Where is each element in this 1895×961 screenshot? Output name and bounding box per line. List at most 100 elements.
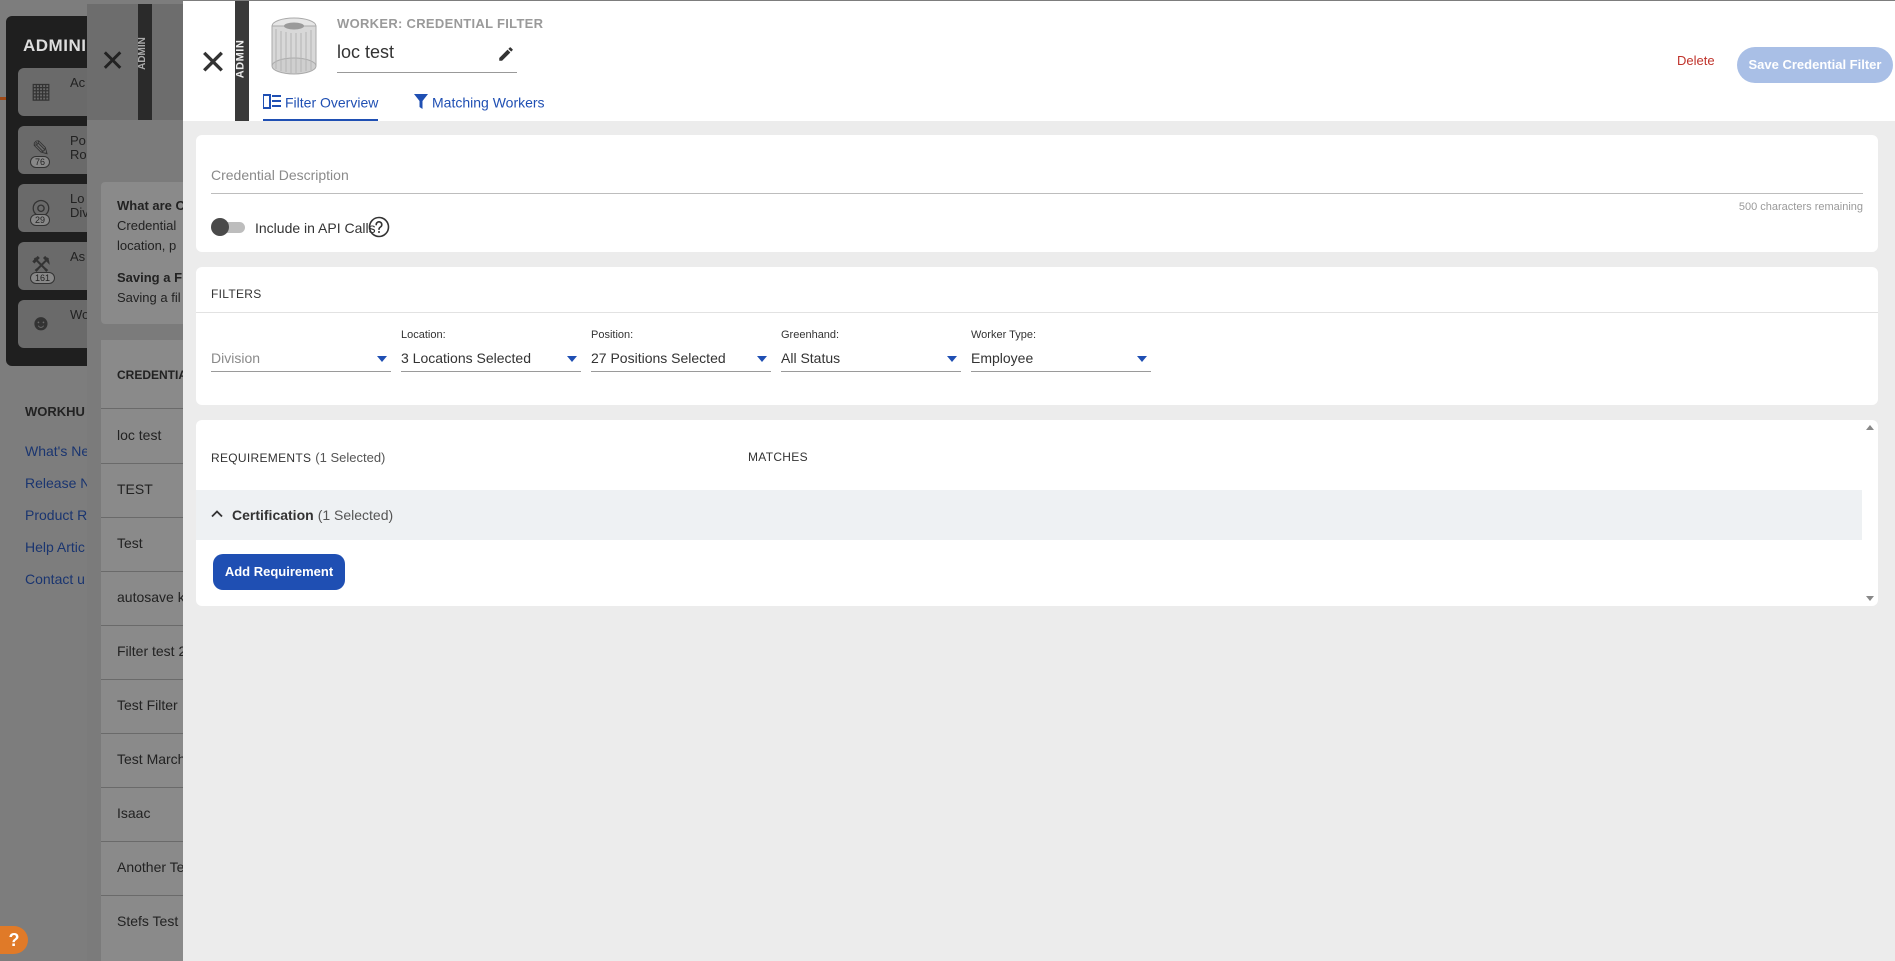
info-text: Saving a fil (117, 290, 181, 305)
requirements-title: REQUIREMENTS (211, 451, 312, 465)
dropdown-caret-icon (947, 356, 957, 362)
select-value: 3 Locations Selected (401, 350, 531, 366)
divider (196, 312, 1878, 313)
position-select[interactable]: Position: 27 Positions Selected (591, 329, 771, 373)
admin-item-label: As (70, 249, 86, 264)
toggle-knob (211, 218, 229, 236)
info-text: Credential (117, 218, 177, 233)
dropdown-caret-icon (1137, 356, 1147, 362)
chevron-up-icon[interactable] (210, 507, 224, 521)
select-label: Position: (591, 329, 634, 341)
dropdown-caret-icon (567, 356, 577, 362)
description-card: Credential Description 500 characters re… (196, 135, 1878, 252)
help-fab-button[interactable]: ? (0, 926, 28, 954)
save-credential-filter-button[interactable]: Save Credential Filter (1737, 47, 1893, 83)
info-title: What are C (117, 198, 185, 213)
panel-header: ✕ ADMIN WORKER: CREDENTIAL FILTER loc te… (183, 1, 1895, 121)
workers-icon: ☻ (29, 310, 53, 335)
dropdown-caret-icon (757, 356, 767, 362)
tab-label: Matching Workers (432, 94, 545, 111)
close-icon[interactable]: ✕ (193, 43, 233, 83)
workhub-link[interactable]: Help Artic (25, 539, 85, 555)
list-item[interactable]: loc test (117, 427, 161, 443)
greenhand-select[interactable]: Greenhand: All Status (781, 329, 961, 373)
tab-matching-workers[interactable]: Matching Workers (414, 93, 545, 121)
input-underline (211, 193, 1863, 194)
select-value: All Status (781, 350, 841, 366)
requirements-count: (1 Selected) (315, 450, 386, 465)
credential-description-input[interactable]: Credential Description (211, 167, 349, 183)
list-item[interactable]: Test Filter (117, 697, 178, 713)
vertical-scrollbar[interactable] (1862, 420, 1878, 606)
pencil-icon[interactable] (497, 45, 515, 63)
select-underline (781, 371, 961, 372)
info-title: Saving a F (117, 270, 183, 285)
select-label: Greenhand: (781, 329, 840, 341)
list-item[interactable]: Filter test 2 (117, 643, 186, 659)
select-value: Employee (971, 350, 1034, 366)
select-label: Location: (401, 329, 446, 341)
list-item[interactable]: Isaac (117, 805, 150, 821)
requirements-card: REQUIREMENTS (1 Selected) MATCHES Certifi… (196, 420, 1878, 606)
list-item[interactable]: autosave k (117, 589, 185, 605)
list-icon (263, 94, 281, 110)
worker-type-select[interactable]: Worker Type: Employee (971, 329, 1151, 373)
select-underline (971, 371, 1151, 372)
list-item[interactable]: Test March (117, 751, 185, 767)
admin-item-label: Po Ro (70, 133, 87, 162)
filter-cartridge-icon (271, 17, 317, 75)
count-badge: 161 (30, 272, 56, 284)
location-select[interactable]: Location: 3 Locations Selected (401, 329, 581, 373)
workhub-link[interactable]: Contact u (25, 571, 85, 587)
select-label: Worker Type: (971, 329, 1037, 341)
building-icon: ▦ (30, 78, 52, 103)
select-underline (591, 371, 771, 372)
select-underline (401, 371, 581, 372)
workhub-link[interactable]: Product R (25, 507, 87, 523)
list-item[interactable]: Stefs Test (117, 913, 178, 929)
scroll-up-arrow-icon[interactable] (1866, 425, 1874, 430)
admin-item-label: Lo Div (70, 191, 89, 220)
characters-remaining: 500 characters remaining (1738, 201, 1863, 213)
background-close-icon[interactable]: ✕ (100, 44, 125, 79)
filters-card: FILTERS Division Location: 3 Locations S… (196, 267, 1878, 405)
certification-group-row[interactable]: Certification (1 Selected) (196, 490, 1862, 540)
workhub-link[interactable]: Release N (25, 475, 90, 491)
count-badge: 76 (30, 156, 51, 168)
select-underline (211, 371, 391, 372)
delete-button[interactable]: Delete (1677, 53, 1715, 68)
filter-name: loc test (337, 42, 395, 62)
include-api-toggle[interactable] (211, 218, 247, 236)
count-badge: 29 (30, 214, 51, 226)
list-item[interactable]: TEST (117, 481, 153, 497)
add-requirement-button[interactable]: Add Requirement (213, 554, 345, 590)
info-text: location, p (117, 238, 177, 253)
list-item[interactable]: Test (117, 535, 143, 551)
filter-name-field[interactable]: loc test (337, 37, 517, 73)
tab-filter-overview[interactable]: Filter Overview (263, 93, 379, 121)
select-value: Division (211, 350, 261, 366)
list-item[interactable]: Another Te (117, 859, 184, 875)
requirements-header: REQUIREMENTS (1 Selected) (211, 450, 385, 465)
dropdown-caret-icon (377, 356, 387, 362)
select-value: 27 Positions Selected (591, 350, 726, 366)
panel-eyebrow: WORKER: CREDENTIAL FILTER (337, 16, 544, 31)
credential-filter-panel: ✕ ADMIN WORKER: CREDENTIAL FILTER loc te… (183, 1, 1895, 961)
include-api-label: Include in API Calls (255, 220, 376, 236)
certification-label: Certification (1 Selected) (232, 507, 393, 523)
division-select[interactable]: Division (211, 329, 391, 373)
tab-label: Filter Overview (285, 94, 379, 111)
scroll-down-arrow-icon[interactable] (1866, 596, 1874, 601)
help-circle-icon[interactable] (368, 216, 390, 238)
admin-item-label: Ac (70, 75, 86, 90)
group-count: (1 Selected) (317, 507, 394, 523)
background-admin-strip: ADMIN (137, 4, 152, 120)
filters-title: FILTERS (211, 287, 262, 301)
admin-label: ADMIN (234, 39, 247, 79)
workhub-title: WORKHU (25, 404, 85, 419)
workhub-link[interactable]: What's Ne (25, 443, 89, 459)
admin-strip: ADMIN (234, 1, 249, 121)
matches-header: MATCHES (748, 450, 808, 464)
filter-icon (414, 94, 428, 110)
group-name: Certification (232, 507, 314, 523)
